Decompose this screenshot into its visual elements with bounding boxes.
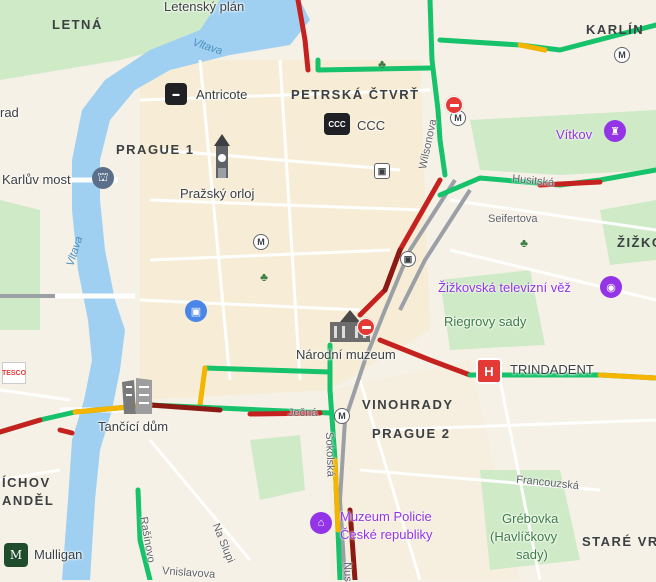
poi-antricote-label[interactable]: Antricote	[196, 88, 247, 101]
poi-orloj-label[interactable]: Pražský orloj	[180, 187, 254, 200]
no-entry-icon-museum[interactable]	[357, 318, 375, 336]
mulligan-icon[interactable]: M	[4, 543, 28, 567]
metro-letter: M	[618, 50, 626, 60]
tv-tower-icon[interactable]: ◉	[600, 276, 622, 298]
poi-ccc-label[interactable]: CCC	[357, 119, 385, 132]
poi-vitkov-label[interactable]: Vítkov	[556, 128, 592, 141]
street-nus: Nus	[341, 561, 354, 582]
district-stare-vrsovice: STARÉ VRŠ	[582, 534, 656, 549]
district-andel: ANDĚL	[2, 493, 55, 508]
district-prague2: PRAGUE 2	[372, 426, 451, 441]
astronomical-clock-icon[interactable]	[211, 134, 233, 180]
poi-trindadent-label[interactable]: TRINDADENT	[510, 363, 594, 376]
poi-grebovka-label-3[interactable]: sady)	[516, 548, 548, 561]
train-icon-hlavni[interactable]: ▣	[400, 251, 416, 267]
poi-museum-police-label-1[interactable]: Muzeum Policie	[340, 510, 432, 523]
train-icon-masarykovo[interactable]: ▣	[374, 163, 390, 179]
poi-grebovka-label-2[interactable]: (Havlíčkovy	[490, 530, 557, 543]
briefcase-icon[interactable]: ▣	[185, 300, 207, 322]
metro-letter: M	[257, 237, 265, 247]
no-entry-icon-north[interactable]	[445, 96, 463, 114]
tesco-logo-text: TESCO	[1, 369, 27, 377]
street-jecna: Ječná	[288, 407, 318, 419]
monument-icon[interactable]: ♜	[604, 120, 626, 142]
metro-letter: M	[338, 411, 346, 421]
poi-rad: rad	[0, 105, 19, 120]
district-letna: LETNÁ	[52, 17, 103, 32]
poi-narodni-muzeum-label[interactable]: Národní muzeum	[296, 348, 396, 361]
ccc-logo-icon[interactable]: CCC	[324, 113, 350, 135]
poi-karluv-most-label[interactable]: Karlův most	[2, 173, 71, 186]
park-tree-icon: ♣	[378, 57, 386, 71]
metro-icon-karlin[interactable]: M	[614, 47, 630, 63]
poi-museum-police-label-2[interactable]: České republiky	[340, 528, 433, 541]
poi-letenska[interactable]: Letenský plán	[164, 0, 244, 13]
bridge-landmark-icon[interactable]: ⛫	[92, 167, 114, 189]
district-vinohrady: VINOHRADY	[362, 397, 454, 412]
poi-mulligan-label[interactable]: Mulligan	[34, 548, 82, 561]
street-seifertova: Seifertova	[488, 213, 538, 225]
poi-tancici-dum-label[interactable]: Tančící dům	[98, 420, 168, 433]
metro-letter: M	[454, 113, 462, 123]
tesco-icon[interactable]: TESCO	[2, 362, 26, 384]
district-smichov: ÍCHOV	[2, 475, 51, 490]
district-petrska: PETRSKÁ ČTVRŤ	[291, 87, 420, 102]
poi-grebovka-label-1[interactable]: Grébovka	[502, 512, 558, 525]
poi-tv-tower-label[interactable]: Žižkovská televizní věž	[438, 281, 571, 294]
district-zizkov: ŽIŽKO	[617, 235, 656, 250]
poi-riegrovy-label[interactable]: Riegrovy sady	[444, 315, 526, 328]
dancing-house-icon[interactable]	[118, 374, 156, 414]
metro-icon-iphavlova[interactable]: M	[334, 408, 350, 424]
antricote-icon[interactable]: ▬	[165, 83, 187, 105]
park-tree-icon: ♣	[260, 270, 268, 284]
park-tree-icon: ♣	[520, 236, 528, 250]
hospital-icon[interactable]: H	[476, 358, 502, 384]
ccc-logo-text: CCC	[328, 119, 346, 129]
museum-icon[interactable]: ⌂	[310, 512, 332, 534]
district-karlin: KARLÍN	[586, 22, 645, 37]
district-prague1: PRAGUE 1	[116, 142, 195, 157]
street-sokolska: Sokolská	[323, 431, 337, 477]
metro-icon-mustek[interactable]: M	[253, 234, 269, 250]
